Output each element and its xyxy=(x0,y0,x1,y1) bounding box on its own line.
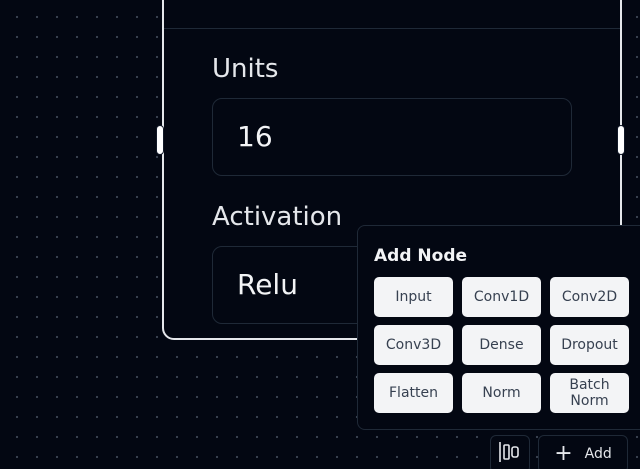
add-conv3d-button[interactable]: Conv3D xyxy=(374,325,453,365)
add-dense-button[interactable]: Dense xyxy=(462,325,541,365)
add-dropout-button[interactable]: Dropout xyxy=(550,325,629,365)
add-conv2d-button[interactable]: Conv2D xyxy=(550,277,629,317)
add-button[interactable]: + Add xyxy=(538,435,628,469)
node-header-divider xyxy=(164,28,620,29)
units-input[interactable]: 16 xyxy=(212,98,572,176)
add-button-label: Add xyxy=(584,446,612,462)
align-icon xyxy=(498,441,522,467)
activation-label: Activation xyxy=(212,202,343,232)
add-node-panel: Add Node Input Conv1D Conv2D Conv3D Dens… xyxy=(357,225,640,430)
input-handle[interactable] xyxy=(156,125,164,155)
add-node-title: Add Node xyxy=(374,246,468,266)
add-norm-button[interactable]: Norm xyxy=(462,373,541,413)
plus-icon: + xyxy=(554,441,573,466)
add-conv1d-button[interactable]: Conv1D xyxy=(462,277,541,317)
add-flatten-button[interactable]: Flatten xyxy=(374,373,453,413)
graph-canvas[interactable]: Units 16 Activation Relu Add Node Input … xyxy=(0,0,640,469)
add-input-button[interactable]: Input xyxy=(374,277,453,317)
layout-button[interactable] xyxy=(490,435,530,469)
add-batch-norm-button[interactable]: Batch Norm xyxy=(550,373,629,413)
units-label: Units xyxy=(212,54,279,84)
output-handle[interactable] xyxy=(617,125,625,155)
